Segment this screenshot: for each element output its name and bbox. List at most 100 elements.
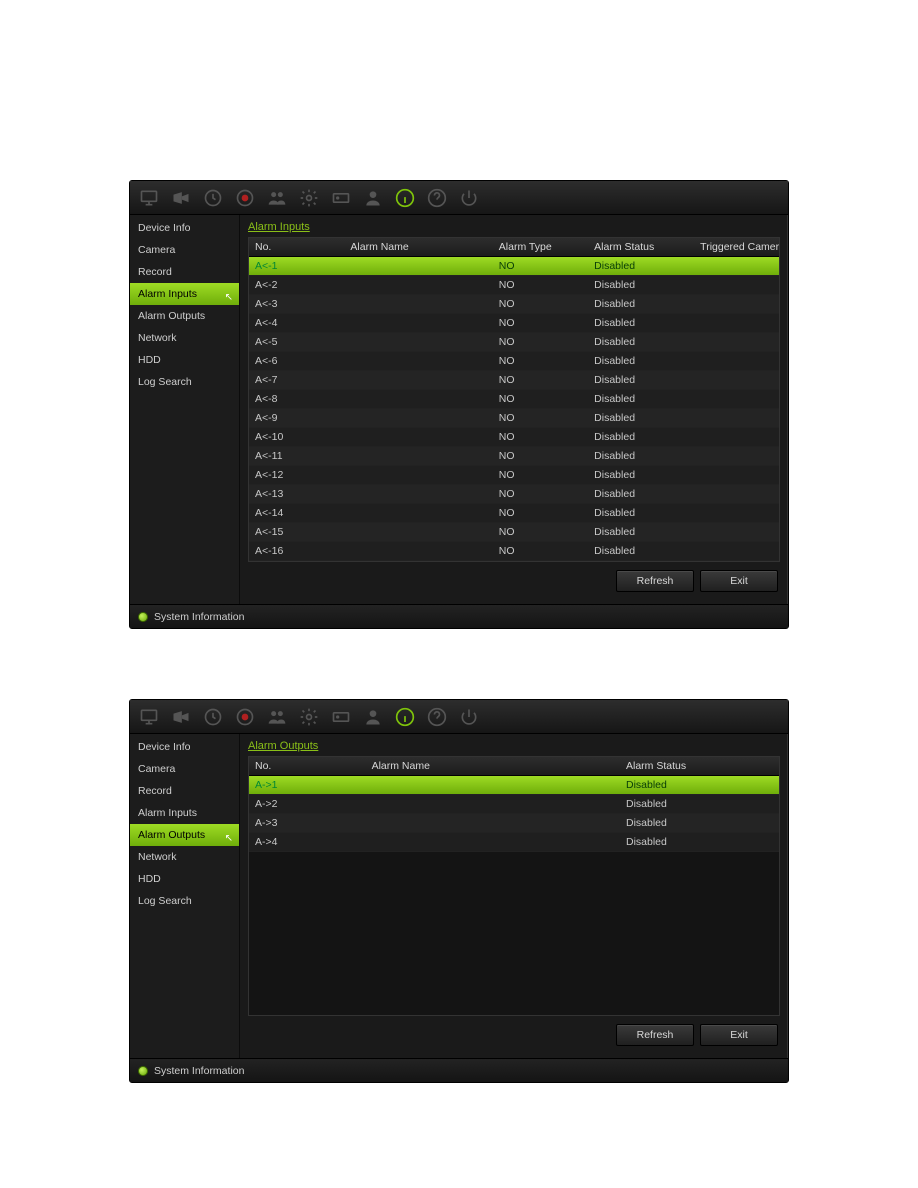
table-row[interactable]: A->2Disabled	[249, 795, 779, 814]
cell: Disabled	[588, 276, 694, 294]
col-status[interactable]: Alarm Status	[620, 757, 779, 775]
cell: NO	[493, 371, 588, 389]
hdd-icon[interactable]	[326, 704, 356, 730]
cell: Disabled	[620, 795, 779, 813]
exit-button[interactable]: Exit	[700, 570, 778, 592]
cell: NO	[493, 447, 588, 465]
sidebar-item-alarm-outputs[interactable]: Alarm Outputs↖	[130, 824, 239, 846]
info-icon[interactable]	[390, 704, 420, 730]
camera-icon[interactable]	[166, 704, 196, 730]
cell: NO	[493, 504, 588, 522]
cell	[366, 814, 620, 832]
cell: NO	[493, 523, 588, 541]
sidebar-item-camera[interactable]: Camera	[130, 239, 239, 261]
col-type[interactable]: Alarm Type	[493, 238, 588, 256]
col-no[interactable]: No.	[249, 757, 366, 775]
sidebar-item-record[interactable]: Record	[130, 261, 239, 283]
sidebar-item-network[interactable]: Network	[130, 846, 239, 868]
breadcrumb: Alarm Inputs	[248, 221, 780, 233]
cell: Disabled	[620, 776, 779, 794]
sidebar-item-log-search[interactable]: Log Search	[130, 890, 239, 912]
table-row[interactable]: A<-1NODisabled	[249, 257, 779, 276]
sidebar-item-alarm-inputs[interactable]: Alarm Inputs	[130, 802, 239, 824]
table-row[interactable]: A<-4NODisabled	[249, 314, 779, 333]
cell: NO	[493, 390, 588, 408]
cell	[344, 428, 492, 446]
table-row[interactable]: A<-11NODisabled	[249, 447, 779, 466]
cell: NO	[493, 542, 588, 560]
sidebar-item-network[interactable]: Network	[130, 327, 239, 349]
cell: A<-13	[249, 485, 344, 503]
power-icon[interactable]	[454, 185, 484, 211]
cursor-icon: ↖	[225, 833, 233, 844]
status-text: System Information	[154, 1065, 244, 1077]
cell: A<-2	[249, 276, 344, 294]
table-row[interactable]: A<-7NODisabled	[249, 371, 779, 390]
cell: Disabled	[588, 390, 694, 408]
cell: A<-10	[249, 428, 344, 446]
col-name[interactable]: Alarm Name	[366, 757, 620, 775]
sidebar-item-alarm-inputs[interactable]: Alarm Inputs↖	[130, 283, 239, 305]
cell: A<-9	[249, 409, 344, 427]
table-row[interactable]: A<-14NODisabled	[249, 504, 779, 523]
sidebar-item-camera[interactable]: Camera	[130, 758, 239, 780]
info-icon[interactable]	[390, 185, 420, 211]
cell: A<-8	[249, 390, 344, 408]
help-icon[interactable]	[422, 704, 452, 730]
gear-icon[interactable]	[294, 185, 324, 211]
table-row[interactable]: A<-8 NODisabled	[249, 390, 779, 409]
gear-icon[interactable]	[294, 704, 324, 730]
table-row[interactable]: A<-6NODisabled	[249, 352, 779, 371]
cell: A->4	[249, 833, 366, 851]
table-row[interactable]: A<-9NODisabled	[249, 409, 779, 428]
record-icon[interactable]	[230, 185, 260, 211]
refresh-button[interactable]: Refresh	[616, 570, 694, 592]
table-row[interactable]: A->1Disabled	[249, 776, 779, 795]
people-icon[interactable]	[262, 704, 292, 730]
cell	[694, 466, 779, 484]
camera-icon[interactable]	[166, 185, 196, 211]
col-status[interactable]: Alarm Status	[588, 238, 694, 256]
sidebar-item-record[interactable]: Record	[130, 780, 239, 802]
hdd-icon[interactable]	[326, 185, 356, 211]
col-no[interactable]: No.	[249, 238, 344, 256]
record-icon[interactable]	[230, 704, 260, 730]
sidebar-item-alarm-outputs[interactable]: Alarm Outputs	[130, 305, 239, 327]
cell: Disabled	[588, 314, 694, 332]
refresh-button[interactable]: Refresh	[616, 1024, 694, 1046]
table-row[interactable]: A<-15NODisabled	[249, 523, 779, 542]
table-row[interactable]: A->3Disabled	[249, 814, 779, 833]
table-row[interactable]: A->4Disabled	[249, 833, 779, 852]
cell	[694, 523, 779, 541]
clock-icon[interactable]	[198, 185, 228, 211]
sidebar-item-log-search[interactable]: Log Search	[130, 371, 239, 393]
exit-button[interactable]: Exit	[700, 1024, 778, 1046]
people-icon[interactable]	[262, 185, 292, 211]
table-row[interactable]: A<-2NODisabled	[249, 276, 779, 295]
table-row[interactable]: A<-16NODisabled	[249, 542, 779, 561]
sidebar-item-device-info[interactable]: Device Info	[130, 217, 239, 239]
table-row[interactable]: A<-5NODisabled	[249, 333, 779, 352]
cell: A<-6	[249, 352, 344, 370]
power-icon[interactable]	[454, 704, 484, 730]
help-icon[interactable]	[422, 185, 452, 211]
sidebar-item-device-info[interactable]: Device Info	[130, 736, 239, 758]
table-row[interactable]: A<-3NODisabled	[249, 295, 779, 314]
cell	[344, 352, 492, 370]
cell: NO	[493, 485, 588, 503]
clock-icon[interactable]	[198, 704, 228, 730]
user-icon[interactable]	[358, 704, 388, 730]
cell	[694, 295, 779, 313]
col-camera[interactable]: Triggered Camera	[694, 238, 779, 256]
cell	[344, 314, 492, 332]
user-icon[interactable]	[358, 185, 388, 211]
col-name[interactable]: Alarm Name	[344, 238, 492, 256]
sidebar-item-hdd[interactable]: HDD	[130, 868, 239, 890]
cell	[344, 485, 492, 503]
table-row[interactable]: A<-10NODisabled	[249, 428, 779, 447]
sidebar-item-hdd[interactable]: HDD	[130, 349, 239, 371]
monitor-icon[interactable]	[134, 185, 164, 211]
monitor-icon[interactable]	[134, 704, 164, 730]
table-row[interactable]: A<-12NODisabled	[249, 466, 779, 485]
table-row[interactable]: A<-13NODisabled	[249, 485, 779, 504]
